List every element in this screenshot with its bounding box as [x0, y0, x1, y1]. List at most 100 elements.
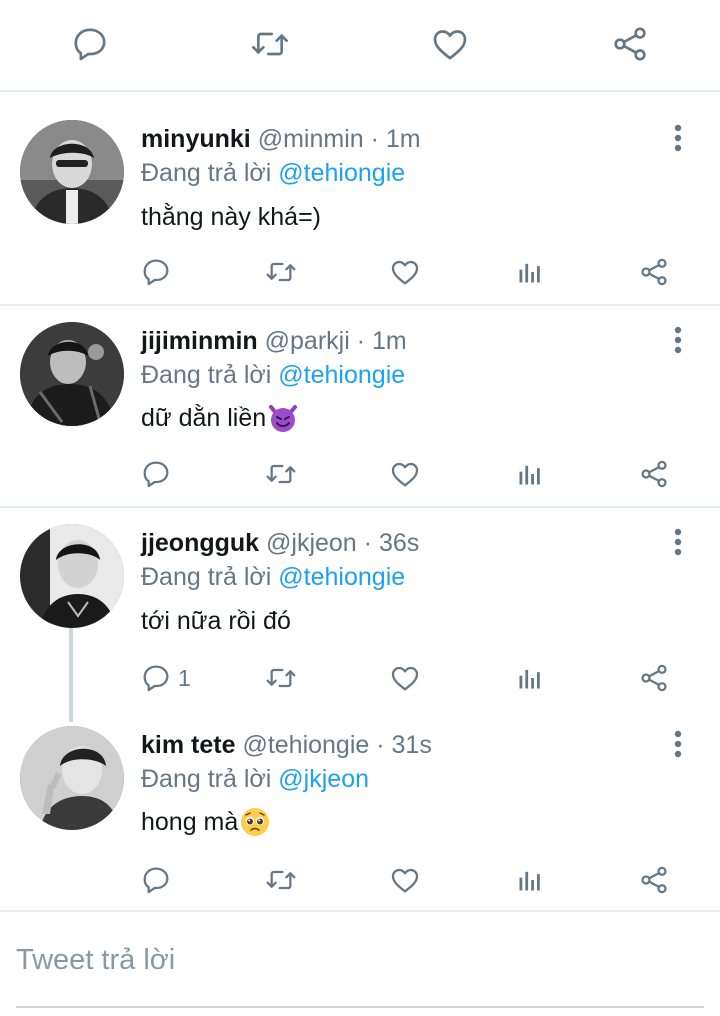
replying-to-label: Đang trả lời — [141, 159, 272, 187]
handle[interactable]: @parkji — [265, 327, 350, 355]
more-vertical-icon — [674, 326, 682, 354]
like-button[interactable] — [389, 250, 421, 294]
timestamp[interactable]: 1m — [386, 125, 421, 153]
retweet-icon — [264, 864, 298, 896]
handle[interactable]: @jkjeon — [266, 529, 357, 557]
smiling-devil-emoji — [267, 402, 299, 434]
display-name[interactable]: jijiminmin — [141, 327, 258, 355]
reply-icon — [140, 864, 172, 896]
share-button[interactable] — [638, 858, 670, 902]
more-options-button[interactable] — [666, 726, 690, 762]
tweet-text: tới nữa rồi đó — [141, 606, 291, 636]
avatar[interactable] — [20, 524, 124, 628]
timestamp[interactable]: 36s — [379, 529, 419, 557]
share-button[interactable] — [638, 452, 670, 496]
reply-icon — [140, 458, 172, 490]
reply-tweet: jjeongguk @jkjeon · 36s Đang trả lời @te… — [0, 508, 720, 712]
more-options-button[interactable] — [666, 524, 690, 560]
share-icon — [610, 24, 650, 64]
tweet-action-bar — [0, 0, 720, 92]
share-button[interactable] — [608, 22, 652, 66]
mention-link[interactable]: @tehiongie — [278, 361, 405, 389]
reply-button[interactable] — [140, 452, 178, 496]
display-name[interactable]: minyunki — [141, 125, 251, 153]
retweet-button[interactable] — [248, 22, 292, 66]
tweet-text-content: thằng này khá=) — [141, 203, 321, 231]
tweet-actions — [0, 250, 720, 294]
replying-to-label: Đang trả lời — [141, 563, 272, 591]
retweet-button[interactable] — [264, 250, 298, 294]
display-name[interactable]: kim tete — [141, 731, 235, 759]
tweet-text: hong mà — [141, 806, 271, 838]
display-name[interactable]: jjeongguk — [141, 529, 259, 557]
replying-to: Đang trả lời @tehiongie — [141, 562, 405, 592]
reply-input[interactable] — [16, 940, 704, 980]
share-icon — [638, 458, 670, 490]
mention-link[interactable]: @tehiongie — [278, 159, 405, 187]
analytics-button[interactable] — [516, 250, 544, 294]
reply-button[interactable] — [68, 22, 112, 66]
tweet-header: kim tete @tehiongie · 31s — [141, 730, 432, 760]
analytics-button[interactable] — [516, 858, 544, 902]
retweet-button[interactable] — [264, 452, 298, 496]
separator-dot: · — [363, 529, 372, 557]
tweet-actions: 1 — [0, 656, 720, 700]
avatar[interactable] — [20, 322, 124, 426]
more-vertical-icon — [674, 124, 682, 152]
reply-button[interactable]: 1 — [140, 656, 191, 700]
tweet-actions — [0, 858, 720, 902]
reply-icon — [140, 662, 172, 694]
reply-button[interactable] — [140, 250, 178, 294]
tweet-text: thằng này khá=) — [141, 202, 321, 232]
analytics-button[interactable] — [516, 656, 544, 700]
tweet-text-content: dữ dằn liền — [141, 404, 267, 432]
timestamp[interactable]: 31s — [392, 731, 432, 759]
reply-button[interactable] — [140, 858, 178, 902]
handle[interactable]: @minmin — [258, 125, 364, 153]
like-button[interactable] — [389, 452, 421, 496]
like-icon — [389, 458, 421, 490]
tweet-text-content: tới nữa rồi đó — [141, 607, 291, 635]
like-icon — [430, 24, 470, 64]
reply-tweet: minyunki @minmin · 1m Đang trả lời @tehi… — [0, 94, 720, 306]
tweet-actions — [0, 452, 720, 496]
share-icon — [638, 256, 670, 288]
handle[interactable]: @tehiongie — [242, 731, 369, 759]
tweet-header: minyunki @minmin · 1m — [141, 124, 421, 154]
retweet-icon — [264, 256, 298, 288]
like-button[interactable] — [428, 22, 472, 66]
reply-icon — [70, 24, 110, 64]
tweet-header: jjeongguk @jkjeon · 36s — [141, 528, 419, 558]
retweet-button[interactable] — [264, 858, 298, 902]
tweet-header: jijiminmin @parkji · 1m — [141, 326, 407, 356]
like-button[interactable] — [389, 858, 421, 902]
replying-to: Đang trả lời @tehiongie — [141, 360, 405, 390]
pleading-face-emoji — [239, 806, 271, 838]
avatar[interactable] — [20, 726, 124, 830]
reply-tweet: jijiminmin @parkji · 1m Đang trả lời @te… — [0, 306, 720, 508]
reply-icon — [140, 256, 172, 288]
mention-link[interactable]: @jkjeon — [278, 765, 369, 793]
mention-link[interactable]: @tehiongie — [278, 563, 405, 591]
more-options-button[interactable] — [666, 322, 690, 358]
retweet-button[interactable] — [264, 656, 298, 700]
analytics-button[interactable] — [516, 452, 544, 496]
timestamp[interactable]: 1m — [372, 327, 407, 355]
replying-to-label: Đang trả lời — [141, 361, 272, 389]
retweet-icon — [249, 24, 291, 64]
tweet-text-content: hong mà — [141, 808, 239, 836]
like-icon — [389, 256, 421, 288]
more-vertical-icon — [674, 730, 682, 758]
analytics-icon — [516, 662, 544, 694]
avatar[interactable] — [20, 120, 124, 224]
share-button[interactable] — [638, 250, 670, 294]
like-button[interactable] — [389, 656, 421, 700]
share-button[interactable] — [638, 656, 670, 700]
retweet-icon — [264, 458, 298, 490]
separator-dot: · — [376, 731, 385, 759]
share-icon — [638, 662, 670, 694]
replying-to: Đang trả lời @tehiongie — [141, 158, 405, 188]
tweet-text: dữ dằn liền — [141, 402, 299, 434]
more-options-button[interactable] — [666, 120, 690, 156]
analytics-icon — [516, 864, 544, 896]
